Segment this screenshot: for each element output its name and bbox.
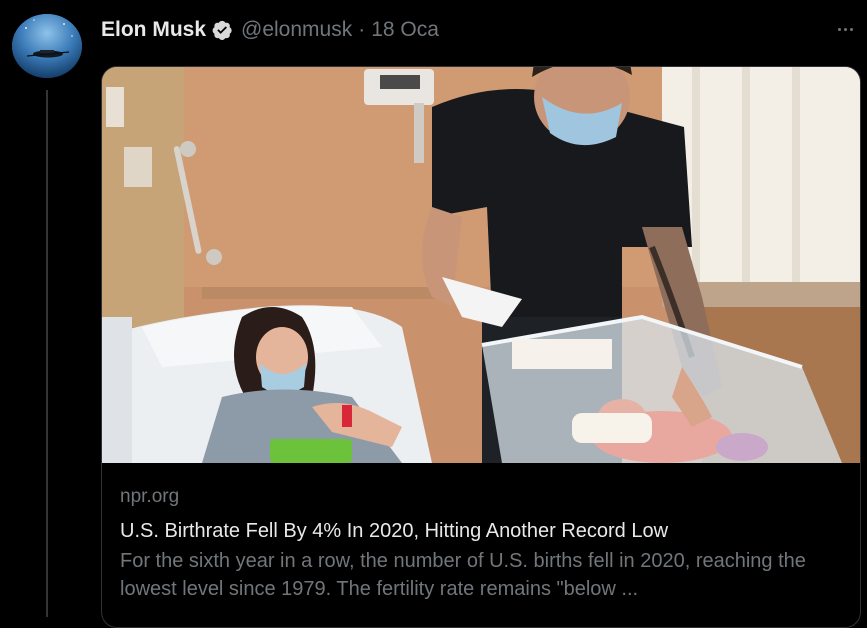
link-card[interactable]: npr.org U.S. Birthrate Fell By 4% In 202… xyxy=(101,66,861,628)
tweet-date[interactable]: 18 Oca xyxy=(371,18,439,42)
thread-line xyxy=(46,90,48,617)
more-options-icon[interactable] xyxy=(831,20,859,38)
tweet-header: Elon Musk @elonmusk · 18 Oca xyxy=(101,16,439,44)
verified-badge-icon xyxy=(211,19,233,41)
more-dot xyxy=(837,27,841,31)
link-card-text: npr.org U.S. Birthrate Fell By 4% In 202… xyxy=(120,485,842,603)
avatar[interactable] xyxy=(12,14,82,78)
link-title[interactable]: U.S. Birthrate Fell By 4% In 2020, Hitti… xyxy=(120,517,842,545)
more-dot xyxy=(849,27,853,31)
link-domain: npr.org xyxy=(120,486,180,507)
author-handle[interactable]: @elonmusk xyxy=(241,18,352,42)
separator: · xyxy=(358,18,366,41)
author-name[interactable]: Elon Musk xyxy=(101,18,206,42)
link-description: For the sixth year in a row, the number … xyxy=(120,550,806,600)
link-card-image[interactable] xyxy=(102,67,860,463)
avatar-image xyxy=(12,14,82,78)
more-dot xyxy=(843,27,847,31)
